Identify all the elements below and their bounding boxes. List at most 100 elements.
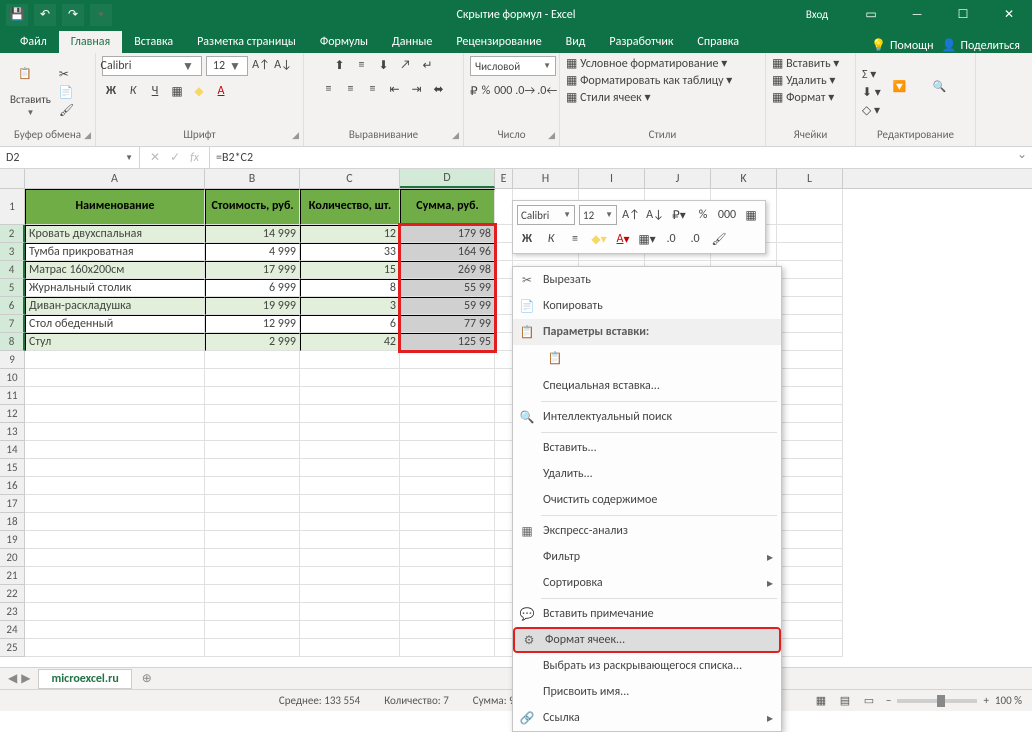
increase-decimal-icon[interactable]: .0→	[516, 82, 534, 100]
cell[interactable]	[205, 549, 300, 567]
number-format-select[interactable]: Числовой▼	[470, 56, 556, 76]
row-header-10[interactable]: 10	[0, 369, 25, 387]
tab-view[interactable]: Вид	[554, 31, 598, 53]
cell[interactable]	[300, 639, 400, 657]
cell[interactable]	[400, 459, 495, 477]
cell-sum[interactable]: 179 98	[400, 225, 495, 243]
cell[interactable]	[777, 477, 843, 495]
clear-icon[interactable]: ◇ ▾	[862, 103, 881, 118]
cell[interactable]	[205, 423, 300, 441]
mini-border-icon[interactable]: ▦	[741, 205, 761, 225]
header-cell[interactable]: Стоимость, руб.	[205, 189, 300, 225]
conditional-formatting-button[interactable]: ▦ Условное форматирование ▾	[566, 56, 727, 71]
tab-home[interactable]: Главная	[59, 31, 122, 53]
zoom-slider[interactable]	[897, 699, 977, 703]
cell[interactable]	[300, 459, 400, 477]
cell[interactable]	[25, 369, 205, 387]
ctx-clear[interactable]: Очистить содержимое	[513, 487, 781, 513]
row-header-9[interactable]: 9	[0, 351, 25, 369]
cell[interactable]	[777, 369, 843, 387]
redo-icon[interactable]: ↷	[62, 4, 84, 26]
cell-cost[interactable]: 14 999	[205, 225, 300, 243]
cell[interactable]	[777, 621, 843, 639]
cell[interactable]	[400, 621, 495, 639]
cell[interactable]	[495, 369, 513, 387]
cell[interactable]	[25, 567, 205, 585]
cell[interactable]	[495, 405, 513, 423]
fx-icon[interactable]: fx	[190, 151, 199, 165]
cell-cost[interactable]: 6 999	[205, 279, 300, 297]
add-sheet-icon[interactable]: ⊕	[136, 671, 158, 686]
paste-option-icon[interactable]: 📋	[543, 347, 567, 369]
cell[interactable]	[25, 423, 205, 441]
copy-icon[interactable]: 📄	[59, 85, 74, 100]
mini-format-painter-icon[interactable]: 🖌	[709, 229, 729, 249]
zoom-in-icon[interactable]: +	[983, 694, 988, 707]
cell[interactable]	[400, 387, 495, 405]
tab-help[interactable]: Справка	[685, 31, 751, 53]
cell[interactable]	[205, 495, 300, 513]
tab-layout[interactable]: Разметка страницы	[185, 31, 308, 53]
mini-align-icon[interactable]: ≡	[565, 229, 585, 249]
cell[interactable]	[777, 333, 843, 351]
currency-icon[interactable]: ₽	[470, 82, 478, 100]
cell[interactable]	[300, 369, 400, 387]
cell[interactable]	[25, 459, 205, 477]
cell[interactable]	[400, 495, 495, 513]
cell-sum[interactable]: 59 99	[400, 297, 495, 315]
font-name-select[interactable]: Calibri▼	[102, 56, 202, 76]
login-button[interactable]: Вход	[794, 0, 840, 29]
cell[interactable]	[777, 315, 843, 333]
cell[interactable]	[495, 549, 513, 567]
cell[interactable]	[495, 477, 513, 495]
cell[interactable]	[400, 531, 495, 549]
cell[interactable]	[205, 567, 300, 585]
autosum-icon[interactable]: Σ ▾	[862, 67, 881, 82]
cell[interactable]	[777, 279, 843, 297]
cell[interactable]	[495, 495, 513, 513]
formula-input[interactable]: =B2*C2	[210, 147, 1012, 168]
row-header-8[interactable]: 8	[0, 333, 25, 351]
cell[interactable]	[777, 387, 843, 405]
ctx-format-cells[interactable]: ⚙Формат ячеек...	[513, 627, 781, 653]
ctx-define-name[interactable]: Присвоить имя...	[513, 679, 781, 705]
minimize-icon[interactable]: —	[894, 0, 940, 29]
tab-formulas[interactable]: Формулы	[308, 31, 380, 53]
cell[interactable]	[400, 405, 495, 423]
cell-cost[interactable]: 4 999	[205, 243, 300, 261]
cell[interactable]	[25, 513, 205, 531]
cell-qty[interactable]: 3	[300, 297, 400, 315]
cell-name[interactable]: Кровать двухспальная	[25, 225, 205, 243]
format-cells-button[interactable]: ▦ Формат ▾	[772, 90, 834, 105]
row-header-16[interactable]: 16	[0, 477, 25, 495]
cell[interactable]	[25, 603, 205, 621]
cell[interactable]	[300, 495, 400, 513]
cell[interactable]	[205, 603, 300, 621]
cell-qty[interactable]: 12	[300, 225, 400, 243]
maximize-icon[interactable]: ☐	[940, 0, 986, 29]
cell-qty[interactable]: 8	[300, 279, 400, 297]
view-page-layout-icon[interactable]: ▤	[834, 694, 856, 707]
cell[interactable]	[400, 369, 495, 387]
mini-borders-icon[interactable]: ▦▾	[637, 229, 657, 249]
mini-percent-icon[interactable]: %	[693, 205, 713, 225]
cell[interactable]	[495, 387, 513, 405]
cell[interactable]	[300, 351, 400, 369]
view-page-break-icon[interactable]: ▭	[858, 694, 880, 707]
orientation-icon[interactable]: ↗	[397, 56, 415, 74]
cell-qty[interactable]: 33	[300, 243, 400, 261]
cell[interactable]	[777, 495, 843, 513]
cell[interactable]	[205, 639, 300, 657]
col-header-K[interactable]: K	[711, 169, 777, 188]
cell[interactable]	[495, 351, 513, 369]
cell[interactable]	[25, 387, 205, 405]
cell[interactable]	[205, 531, 300, 549]
cell[interactable]	[777, 585, 843, 603]
cell[interactable]	[300, 603, 400, 621]
cell[interactable]	[777, 639, 843, 657]
font-color-icon[interactable]: А	[212, 82, 230, 100]
cell[interactable]	[25, 477, 205, 495]
sheet-nav-next-icon[interactable]: ▶	[21, 671, 30, 686]
header-cell[interactable]: Наименование	[25, 189, 205, 225]
cell[interactable]	[400, 513, 495, 531]
